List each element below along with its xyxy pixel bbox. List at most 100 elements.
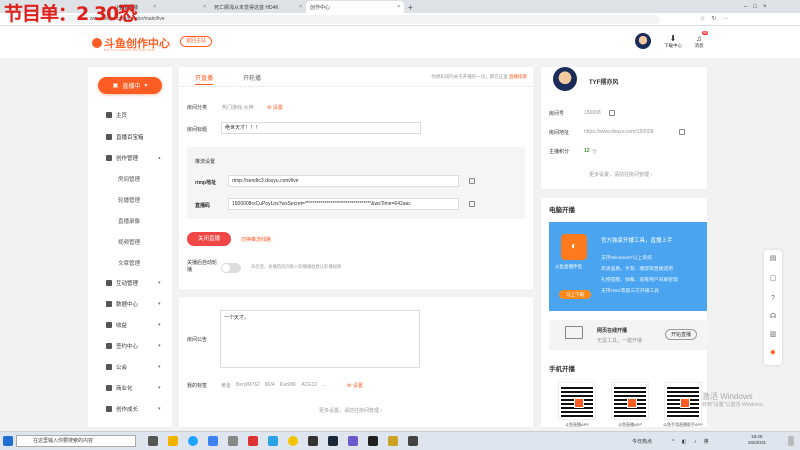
sidebar-item-carousel[interactable]: 轮播管理 <box>118 196 140 204</box>
creator-center-logo[interactable]: 斗鱼创作中心 DOUYU CREATION CENTER <box>92 35 170 52</box>
chevron-down-icon: ▾ <box>158 280 161 286</box>
headset-icon[interactable]: ☊ <box>768 312 778 322</box>
room-title-input[interactable]: 绝世天才！！！ <box>221 122 421 134</box>
chevron-down-icon: ▾ <box>158 343 161 349</box>
companion-app-icon: ◐ <box>561 234 587 260</box>
web-live-desc: 无需工具，一键开播 <box>597 338 643 344</box>
close-tab-icon[interactable]: × <box>299 4 302 10</box>
steam-icon[interactable] <box>328 436 338 446</box>
messages-button[interactable]: ♫ 99 消息 <box>688 31 710 49</box>
browser-tab[interactable]: 死亡搁浅从未觉得这首 HD4K × <box>210 1 306 13</box>
back-to-main-button[interactable]: 返回主站 <box>180 36 213 47</box>
video-icon[interactable]: ▢ <box>768 274 778 284</box>
avatar[interactable] <box>635 33 651 49</box>
live-guide-link[interactable]: 直播指南 <box>509 74 527 79</box>
rtmp-url-field[interactable]: rtmp://sendtc3.douyu.com/live <box>228 175 459 187</box>
switch-line-link[interactable]: 切换推流线路 <box>241 236 271 243</box>
tags-setting-link[interactable]: ⚙ 设置 <box>347 382 363 389</box>
chevron-down-icon: ▾ <box>158 406 161 412</box>
tag: M24 <box>264 382 275 388</box>
app-icon[interactable] <box>228 436 238 446</box>
sidebar-item-videos[interactable]: 视频管理 <box>118 238 140 246</box>
back-top-icon[interactable]: ▤ <box>768 254 778 264</box>
growth-icon <box>106 406 112 412</box>
window-controls[interactable]: –□× <box>740 1 800 13</box>
close-tab-icon[interactable]: × <box>203 4 206 10</box>
sidebar-item-income[interactable]: 收益 ▾ <box>106 321 161 329</box>
guide-icon[interactable]: ◆ <box>768 348 778 358</box>
tag-list: 黄金 BerylM762 M24 Kar98K ACE32 ... <box>221 382 327 389</box>
tab-carousel[interactable]: 开轮播 <box>243 73 261 82</box>
sidebar-item-toolbox[interactable]: 直播百宝箱 <box>106 133 144 141</box>
tag: Kar98K <box>279 382 297 388</box>
promo-line: 高清画质，手游、端游等直播适用 <box>601 267 673 272</box>
sidebar-item-data[interactable]: 数据中心 ▾ <box>106 300 161 308</box>
system-tray[interactable]: ^ ◧ ♪ 英 <box>672 438 712 445</box>
stop-live-button[interactable]: 关闭直播 <box>187 232 231 246</box>
sidebar: ▣ 直播中 ▾ 主页 直播百宝箱 创作管理 ▴ 房间管理 轮播管理 直播录像 视频管理… <box>88 67 172 427</box>
contract-icon <box>106 343 112 349</box>
taskbar-search-box[interactable]: 在这里输入你要搜索的内容 <box>16 435 136 447</box>
chevron-down-icon: ▾ <box>158 385 161 391</box>
sidebar-item-articles[interactable]: 文章管理 <box>118 259 140 267</box>
category-label: 房间分类 <box>187 105 208 111</box>
commerce-icon <box>106 385 112 391</box>
sidebar-item-recordings[interactable]: 直播录像 <box>118 217 140 225</box>
browser-toolbar-icons[interactable]: ☆↻⋯ <box>700 15 734 22</box>
title-label: 房间标题 <box>187 127 208 133</box>
app-icon[interactable] <box>268 436 278 446</box>
auto-carousel-toggle[interactable] <box>221 263 241 273</box>
push-settings-label: 推流设置 <box>195 159 216 165</box>
download-center-button[interactable]: ⬇ 下载中心 <box>662 34 684 49</box>
tab-hint: 你想知道的关于开播的一切，都在这里 直播指南 <box>431 74 527 79</box>
copy-icon[interactable] <box>469 201 475 207</box>
sidebar-item-home[interactable]: 主页 <box>106 111 127 119</box>
stream-code-field[interactable]: 1500008rxCuPoyLos?wsSecret=*************… <box>228 198 459 210</box>
sidebar-item-interaction[interactable]: 互动管理 ▾ <box>106 279 161 287</box>
qr-caption: 斗鱼直播APP <box>564 422 589 427</box>
download-companion-button[interactable]: 马上下载 <box>559 290 591 299</box>
tab-live[interactable]: 开直播 <box>195 73 214 85</box>
sidebar-item-contract[interactable]: 签约中心 ▾ <box>106 342 161 350</box>
app-icon[interactable] <box>368 436 378 446</box>
app-icon[interactable] <box>308 436 318 446</box>
sidebar-item-commerce[interactable]: 商业化 ▾ <box>106 384 161 392</box>
notification-icon[interactable] <box>788 436 794 446</box>
close-tab-icon[interactable]: × <box>397 4 400 10</box>
category-value: 热门游戏-大神 <box>222 105 254 111</box>
overlay-title: 节目单：2 30恐 <box>4 3 137 25</box>
edge-icon[interactable] <box>188 436 198 446</box>
help-icon[interactable]: ? <box>768 294 778 304</box>
profile-more-link[interactable]: 更多设置，请前往房间管理 › <box>589 171 652 178</box>
new-tab-button[interactable]: + <box>404 1 418 13</box>
app-icon[interactable] <box>348 436 358 446</box>
room-notice-textarea[interactable]: 一个天才。 <box>220 310 420 368</box>
file-explorer-icon[interactable] <box>168 436 178 446</box>
sidebar-item-guild[interactable]: 公会 ▾ <box>106 363 161 371</box>
sidebar-item-growth[interactable]: 创作成长 ▾ <box>106 405 161 413</box>
promo-line: 支持Windows7以上系统 <box>601 256 652 261</box>
start-web-live-button[interactable]: 开始直播 <box>665 329 698 340</box>
taskbar: 在这里输入你要搜索的内容 今日热点 ^ ◧ ♪ 英 18:29 2023/4/3 <box>0 431 800 450</box>
obs-icon[interactable] <box>408 436 418 446</box>
app-icon[interactable] <box>248 436 258 446</box>
app-icon[interactable] <box>208 436 218 446</box>
sidebar-item-room[interactable]: 房间管理 <box>118 175 140 183</box>
weather-widget[interactable]: 今日热点 <box>632 438 652 445</box>
copy-icon[interactable] <box>469 178 475 184</box>
browser-tab-active[interactable]: 创作中心 × <box>306 1 404 13</box>
windows-start-icon[interactable] <box>3 436 13 446</box>
category-setting-link[interactable]: ⚙ 设置 <box>267 104 283 111</box>
copy-icon[interactable] <box>679 129 685 135</box>
data-icon <box>106 301 112 307</box>
address-bar[interactable]: www.douyu.com/creator/main/live <box>60 15 660 24</box>
live-status-button[interactable]: ▣ 直播中 ▾ <box>98 77 162 94</box>
chrome-icon[interactable] <box>288 436 298 446</box>
sidebar-item-creation[interactable]: 创作管理 ▴ <box>106 154 161 162</box>
clock[interactable]: 18:29 2023/4/3 <box>748 434 766 446</box>
app-icon[interactable] <box>388 436 398 446</box>
tool-icon[interactable]: ▥ <box>768 330 778 340</box>
task-view-icon[interactable] <box>148 436 158 446</box>
more-settings-link[interactable]: 更多设置，请前往房间管理 › <box>319 407 382 414</box>
copy-icon[interactable] <box>609 110 615 116</box>
